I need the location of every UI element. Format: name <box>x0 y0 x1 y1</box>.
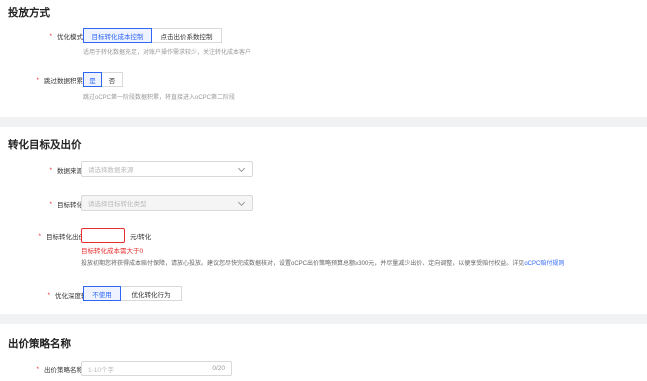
skip-accumulation-label: * 跳过数据积累 ? <box>4 75 94 85</box>
compensation-notice-text: 投放初期您将获得成本赔付保障，请放心投放。建议您尽快完成数据核对，设置oCPC出… <box>81 261 525 267</box>
option-optimize-conversion-behavior[interactable]: 优化转化行为 <box>121 286 182 301</box>
section-title: 投放方式 <box>8 7 50 19</box>
deep-conversion-label: * 优化深度转化 <box>47 291 94 301</box>
required-mark: * <box>36 365 39 373</box>
strategy-name-placeholder: 1-10个字 <box>88 366 115 374</box>
optimize-mode-label: * 优化模式 ? <box>4 31 94 41</box>
section-strategy-name: 出价策略名称 * 出价策略名称 ? 1-10个字 0/20 <box>0 324 647 381</box>
target-bid-input[interactable] <box>81 228 125 243</box>
deep-conversion-group: 不使用 优化转化行为 <box>83 286 182 301</box>
option-not-use[interactable]: 不使用 <box>83 286 121 301</box>
required-mark: * <box>49 32 52 40</box>
chevron-down-icon <box>237 164 246 173</box>
option-target-cost-control[interactable]: 目标转化成本控制 <box>83 28 152 43</box>
section-title: 转化目标及出价 <box>8 139 82 151</box>
option-yes[interactable]: 是 <box>83 72 102 87</box>
target-conversion-select[interactable]: 请选择目标转化类型 <box>81 195 253 211</box>
target-bid-unit: 元/转化 <box>130 234 152 241</box>
chevron-down-icon <box>237 198 246 207</box>
required-mark: * <box>49 166 52 174</box>
target-bid-label: * 目标转化出价 <box>38 232 85 242</box>
data-source-select[interactable]: 请选择数据来源 <box>81 161 253 177</box>
section-delivery-method: 投放方式 * 优化模式 ? 目标转化成本控制 点击出价系数控制 适用于转化数据充… <box>0 0 647 116</box>
required-mark: * <box>49 200 52 208</box>
char-counter: 0/20 <box>212 365 225 372</box>
optimize-mode-group: 目标转化成本控制 点击出价系数控制 <box>83 28 222 43</box>
section-divider <box>0 117 647 127</box>
required-mark: * <box>36 76 39 84</box>
required-mark: * <box>38 232 41 240</box>
compensation-rules-link[interactable]: oCPC赔付规则 <box>524 261 564 267</box>
target-conversion-placeholder: 请选择目标转化类型 <box>88 201 147 208</box>
required-mark: * <box>47 291 50 299</box>
strategy-name-input[interactable]: 1-10个字 0/20 <box>81 361 232 376</box>
target-bid-error: 目标转化成本需大于0 <box>81 248 144 255</box>
section-conversion-and-bid: 转化目标及出价 * 数据来源 ? 请选择数据来源 * 目标转化 ? 请选择目标转… <box>0 127 647 314</box>
skip-accumulation-hint: 跳过oCPC第一阶段数据积累，将直接进入oCPC第二阶段 <box>83 95 236 101</box>
skip-accumulation-group: 是 否 <box>83 72 123 87</box>
optimize-mode-hint: 适用于转化数据充足，对账户操作需求较少，关注转化成本客户 <box>83 50 252 56</box>
option-click-bid-coefficient[interactable]: 点击出价系数控制 <box>152 28 222 43</box>
compensation-notice: 投放初期您将获得成本赔付保障，请放心投放。建议您尽快完成数据核对，设置oCPC出… <box>81 258 564 267</box>
option-no[interactable]: 否 <box>102 72 123 87</box>
section-title: 出价策略名称 <box>8 338 71 350</box>
section-divider <box>0 314 647 324</box>
data-source-placeholder: 请选择数据来源 <box>88 167 134 174</box>
